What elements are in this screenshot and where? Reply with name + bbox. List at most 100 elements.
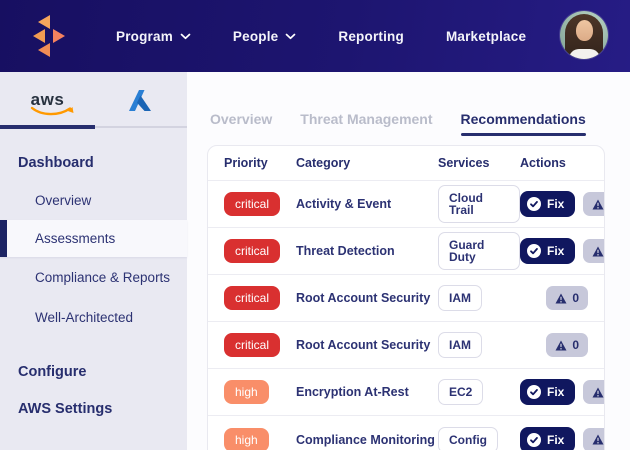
tab-overview[interactable]: Overview (210, 111, 272, 127)
warning-badge[interactable]: 0 (583, 239, 605, 263)
priority-cell: critical (224, 286, 296, 310)
warning-count: 0 (572, 292, 579, 304)
priority-cell: high (224, 428, 296, 450)
check-circle-icon (527, 244, 541, 258)
main-content: Overview Threat Management Recommendatio… (187, 72, 630, 450)
column-header-priority: Priority (224, 156, 296, 170)
sidebar-dashboard-list: Overview Assessments Compliance & Report… (0, 180, 187, 337)
sidebar-heading-configure: Configure (18, 364, 187, 380)
priority-cell: critical (224, 239, 296, 263)
fix-button[interactable]: Fix (520, 427, 575, 450)
top-navigation-bar: Program People Reporting Marketplace (0, 0, 630, 72)
warning-triangle-icon (555, 293, 567, 304)
tab-threat-management[interactable]: Threat Management (300, 111, 432, 127)
sidebar: aws Dashboard (0, 72, 187, 450)
fix-button[interactable]: Fix (520, 238, 575, 264)
warning-count: 0 (572, 339, 579, 351)
warning-badge[interactable]: 0 (583, 380, 605, 404)
content-tabs: Overview Threat Management Recommendatio… (210, 111, 630, 127)
priority-cell: critical (224, 192, 296, 216)
service-tag: Cloud Trail (438, 185, 520, 223)
active-provider-indicator (0, 125, 95, 129)
provider-tab-aws[interactable]: aws (0, 91, 95, 110)
priority-badge: critical (224, 286, 280, 310)
category-cell: Compliance Monitoring (296, 433, 438, 447)
cloud-provider-tabs: aws (0, 72, 187, 129)
services-cell: Guard Duty (438, 232, 520, 270)
fix-button[interactable]: Fix (520, 379, 575, 405)
service-tag: IAM (438, 285, 482, 311)
nav-item-marketplace[interactable]: Marketplace (446, 29, 526, 44)
category-cell: Encryption At-Rest (296, 385, 438, 399)
service-tag: Guard Duty (438, 232, 520, 270)
table-row: high Compliance Monitoring Config Fix (208, 416, 604, 450)
category-cell: Activity & Event (296, 197, 438, 211)
actions-cell: Fix 0 (520, 427, 605, 450)
fix-button[interactable]: Fix (520, 191, 575, 217)
avatar-shirt (569, 49, 600, 59)
priority-badge: critical (224, 192, 280, 216)
app-window: Program People Reporting Marketplace (0, 0, 630, 450)
sidebar-item-assessments[interactable]: Assessments (0, 220, 187, 257)
warning-badge[interactable]: 0 (583, 428, 605, 450)
service-tag: IAM (438, 332, 482, 358)
priority-badge: high (224, 428, 269, 450)
triangle-logo-icon (29, 12, 69, 60)
table-row: critical Root Account Security IAM Fix (208, 275, 604, 322)
priority-cell: critical (224, 333, 296, 357)
table-row: critical Root Account Security IAM Fix (208, 322, 604, 369)
check-circle-icon (527, 197, 541, 211)
warning-triangle-icon (592, 434, 604, 445)
services-cell: Config (438, 427, 520, 450)
sidebar-item-overview[interactable]: Overview (0, 180, 187, 220)
table-row: high Encryption At-Rest EC2 Fix (208, 369, 604, 416)
tab-recommendations[interactable]: Recommendations (461, 111, 586, 127)
category-cell: Threat Detection (296, 244, 438, 258)
provider-tab-azure[interactable] (95, 89, 185, 112)
aws-smile-icon (29, 106, 75, 118)
service-tag: Config (438, 427, 498, 450)
nav-item-people[interactable]: People (233, 29, 296, 44)
user-avatar[interactable] (560, 11, 608, 59)
table-header-row: Priority Category Services Actions (208, 146, 604, 181)
avatar-face (576, 20, 593, 41)
warning-badge[interactable]: 0 (583, 192, 605, 216)
services-cell: Cloud Trail (438, 185, 520, 223)
service-tag: EC2 (438, 379, 483, 405)
actions-cell: Fix 0 (520, 333, 588, 357)
services-cell: IAM (438, 332, 520, 358)
category-cell: Root Account Security (296, 338, 438, 352)
warning-triangle-icon (592, 387, 604, 398)
actions-cell: Fix 0 (520, 379, 605, 405)
warning-triangle-icon (555, 340, 567, 351)
warning-triangle-icon (592, 199, 604, 210)
brand-logo-icon[interactable] (29, 12, 69, 60)
provider-tabs-divider (95, 126, 187, 128)
actions-cell: Fix 0 (520, 238, 605, 264)
sidebar-item-well-architected[interactable]: Well-Architected (0, 297, 187, 337)
nav-item-reporting[interactable]: Reporting (338, 29, 404, 44)
recommendations-table: Priority Category Services Actions criti… (207, 145, 605, 450)
column-header-actions: Actions (520, 156, 588, 170)
table-row: critical Activity & Event Cloud Trail Fi… (208, 181, 604, 228)
chevron-down-icon (180, 33, 191, 40)
check-circle-icon (527, 385, 541, 399)
table-row: critical Threat Detection Guard Duty Fix (208, 228, 604, 275)
actions-cell: Fix 0 (520, 191, 605, 217)
sidebar-item-compliance-reports[interactable]: Compliance & Reports (0, 257, 187, 297)
topnav-menu: Program People Reporting Marketplace (116, 29, 526, 44)
warning-badge[interactable]: 0 (546, 333, 588, 357)
warning-triangle-icon (592, 246, 604, 257)
azure-logo-icon (127, 89, 153, 112)
nav-item-program[interactable]: Program (116, 29, 191, 44)
services-cell: IAM (438, 285, 520, 311)
column-header-category: Category (296, 156, 438, 170)
sidebar-item-aws-settings[interactable]: AWS Settings (0, 401, 187, 417)
warning-badge[interactable]: 0 (546, 286, 588, 310)
column-header-services: Services (438, 156, 520, 170)
priority-badge: high (224, 380, 269, 404)
category-cell: Root Account Security (296, 291, 438, 305)
actions-cell: Fix 0 (520, 286, 588, 310)
services-cell: EC2 (438, 379, 520, 405)
chevron-down-icon (285, 33, 296, 40)
